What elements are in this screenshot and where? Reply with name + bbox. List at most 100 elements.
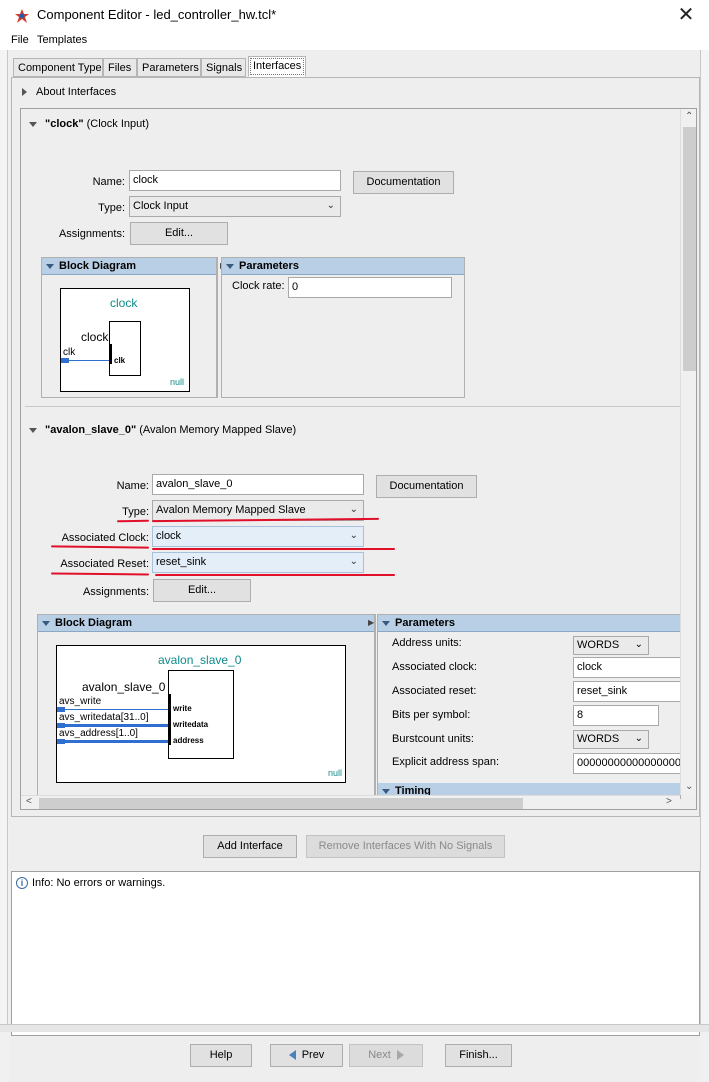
avalon-clock-select[interactable]: clock ⌄ [152,526,364,547]
clock-diagram-canvas: clock clock clk clk null [60,288,190,392]
window-bottom-edge [0,1024,709,1032]
tab-bar: Component Type Files Parameters Signals … [9,56,700,78]
clock-name-input[interactable]: clock [129,170,341,191]
collapse-triangle-icon [46,263,54,269]
close-window-button[interactable]: ✕ [674,4,698,26]
collapse-triangle-icon [29,427,37,433]
vertical-scrollbar[interactable]: ⌃ ⌄ [680,109,696,795]
app-icon [15,9,29,23]
burstcount-units-value: WORDS [577,733,620,745]
help-button[interactable]: Help [190,1044,252,1067]
avalon-diagram-title: avalon_slave_0 [158,653,242,667]
assoc-clock-param-field[interactable]: clock [573,657,688,678]
tab-parameters[interactable]: Parameters [137,58,201,77]
red-underline-annotation [116,519,150,523]
clock-port-label: clk [114,356,126,365]
avalon-interface-name: "avalon_slave_0" [45,424,137,436]
avalon-reset-select[interactable]: reset_sink ⌄ [152,552,364,573]
about-interfaces-toggle[interactable]: About Interfaces [22,86,116,98]
tab-files[interactable]: Files [103,58,137,77]
chevron-down-icon: ⌄ [349,504,358,515]
interfaces-scroll-pane[interactable]: "clock" (Clock Input) Name: clock Docume… [20,108,697,810]
assoc-reset-param-field[interactable]: reset_sink [573,681,688,702]
horizontal-scrollbar[interactable]: < > [21,795,680,809]
finish-button[interactable]: Finish... [445,1044,512,1067]
next-button[interactable]: Next [349,1044,423,1067]
clock-type-label: Type: [98,202,125,214]
collapse-triangle-icon [226,263,234,269]
address-units-select[interactable]: WORDS ⌄ [573,636,649,655]
collapse-triangle-icon [382,788,390,794]
avalon-type-value: Avalon Memory Mapped Slave [156,504,306,516]
menu-bar: File Templates [0,32,709,50]
tab-signals[interactable]: Signals [201,58,246,77]
avalon-assignments-label: Assignments: [82,586,149,598]
avalon-port-writedata: writedata [173,720,209,729]
clock-signal-wire [63,360,109,361]
remove-interfaces-button[interactable]: Remove Interfaces With No Signals [306,835,505,858]
tab-interfaces[interactable]: Interfaces [248,56,306,77]
avalon-signal-write: avs_write [59,696,102,707]
about-interfaces-label: About Interfaces [36,86,117,98]
avalon-stub-address [57,739,65,744]
background-window-right-edge [700,50,709,1032]
interfaces-tab-panel: About Interfaces "clock" (Clock Input) N… [11,77,700,817]
bits-per-symbol-input[interactable]: 8 [573,705,659,726]
tab-component-type[interactable]: Component Type [13,58,103,77]
avalon-documentation-button[interactable]: Documentation [376,475,477,498]
avalon-wire-write [59,709,168,710]
clock-assignments-edit-button[interactable]: Edit... [130,222,228,245]
add-interface-button[interactable]: Add Interface [203,835,297,858]
avalon-null-label: null [328,768,343,778]
title-bar: Component Editor - led_controller_hw.tcl… [0,0,709,32]
clock-type-select[interactable]: Clock Input ⌄ [129,196,341,217]
avalon-interface-kind: (Avalon Memory Mapped Slave) [139,424,297,436]
clock-documentation-button[interactable]: Documentation [353,171,454,194]
avalon-block-diagram-header[interactable]: Block Diagram [38,615,374,632]
menu-file[interactable]: File [11,34,29,46]
chevron-down-icon: ⌄ [326,200,335,211]
avalon-clock-label: Associated Clock: [61,532,149,544]
explicit-span-label: Explicit address span: [392,756,499,768]
editor-body: Component Type Files Parameters Signals … [9,50,700,1082]
background-window-left-edge [0,50,8,1032]
clock-interface-kind: (Clock Input) [86,118,149,130]
clock-interface-header[interactable]: "clock" (Clock Input) [29,118,149,130]
splitter-right-arrow-icon[interactable]: ▶ [368,618,374,627]
clock-rate-label: Clock rate: [232,280,285,292]
clock-rate-input[interactable]: 0 [288,277,452,298]
burstcount-units-label: Burstcount units: [392,733,474,745]
burstcount-units-select[interactable]: WORDS ⌄ [573,730,649,749]
avalon-wire-address [59,740,168,743]
parameters-title: Parameters [395,617,455,629]
scroll-left-icon[interactable]: < [26,796,32,807]
scroll-down-icon[interactable]: ⌄ [685,781,693,792]
explicit-span-input[interactable]: 0000000000000000000000 [573,753,688,774]
expand-triangle-icon [22,88,27,97]
block-diagram-title: Block Diagram [55,617,133,629]
avalon-name-input[interactable]: avalon_slave_0 [152,474,364,495]
messages-panel: i Info: No errors or warnings. [11,871,700,1036]
scroll-right-icon[interactable]: > [666,796,672,807]
clock-block-diagram-header[interactable]: Block Diagram [42,258,216,275]
menu-templates[interactable]: Templates [37,34,87,46]
avalon-interface-header[interactable]: "avalon_slave_0" (Avalon Memory Mapped S… [29,424,296,436]
avalon-assignments-edit-button[interactable]: Edit... [153,579,251,602]
avalon-signal-writedata: avs_writedata[31..0] [59,712,149,723]
clock-parameters-panel: Parameters Clock rate: 0 [221,257,465,398]
block-diagram-title: Block Diagram [59,260,137,272]
avalon-wire-writedata [59,724,168,727]
horizontal-scroll-thumb[interactable] [39,798,523,809]
avalon-port-write: write [173,704,192,713]
chevron-down-icon: ⌄ [634,639,643,650]
clock-parameters-header[interactable]: Parameters [222,258,464,275]
vertical-scroll-thumb[interactable] [683,127,696,371]
prev-button[interactable]: Prev [270,1044,343,1067]
avalon-parameters-header[interactable]: Parameters [378,615,680,632]
scroll-up-icon[interactable]: ⌃ [685,111,693,122]
clock-signal-stub [61,358,69,363]
collapse-triangle-icon [42,620,50,626]
avalon-clock-value: clock [156,530,182,542]
avalon-signal-address: avs_address[1..0] [59,728,138,739]
avalon-parameters-panel: Parameters Address units: WORDS ⌄ Associa… [377,614,688,800]
